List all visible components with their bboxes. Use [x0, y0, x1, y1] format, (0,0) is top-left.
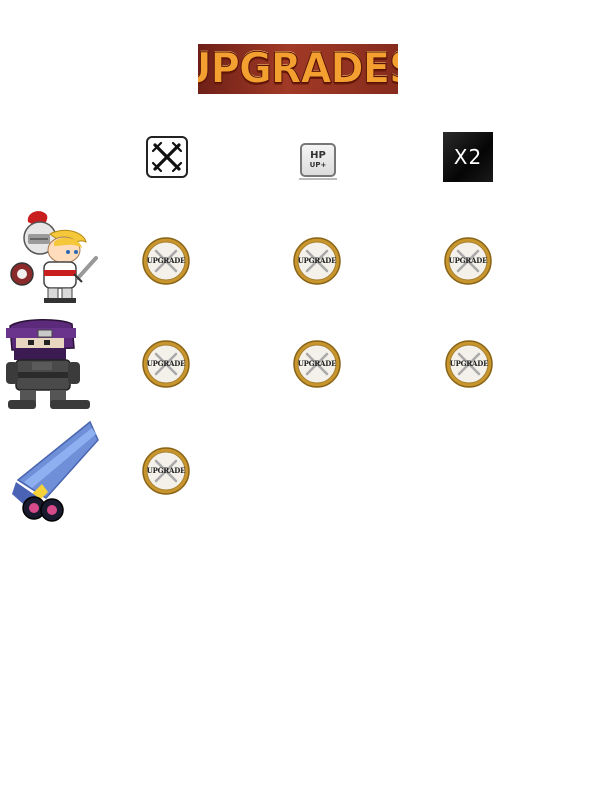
ninja-icon	[2, 318, 98, 410]
upgrade-knight-attack-button[interactable]: UPGRADE	[142, 237, 190, 285]
hp-caption-line	[299, 178, 337, 180]
title-banner: UPGRADES	[198, 44, 398, 94]
upgrade-knight-multiplier-button[interactable]: UPGRADE	[444, 237, 492, 285]
upgrade-ninja-attack-button[interactable]: UPGRADE	[142, 340, 190, 388]
hp-up-icon: HP UP+	[299, 138, 337, 182]
upgrade-ninja-health-button[interactable]: UPGRADE	[293, 340, 341, 388]
hp-up-label: UP+	[309, 161, 327, 169]
crossed-swords-icon	[146, 136, 188, 178]
knight-icon	[6, 208, 102, 304]
page-title: UPGRADES	[198, 44, 398, 94]
upgrade-knight-health-button[interactable]: UPGRADE	[293, 237, 341, 285]
cannon-icon	[12, 420, 104, 522]
x2-icon: X2	[443, 132, 493, 182]
upgrade-ninja-multiplier-button[interactable]: UPGRADE	[445, 340, 493, 388]
x2-label: X2	[453, 145, 483, 169]
hp-label: HP	[310, 150, 326, 161]
upgrade-cannon-attack-button[interactable]: UPGRADE	[142, 447, 190, 495]
